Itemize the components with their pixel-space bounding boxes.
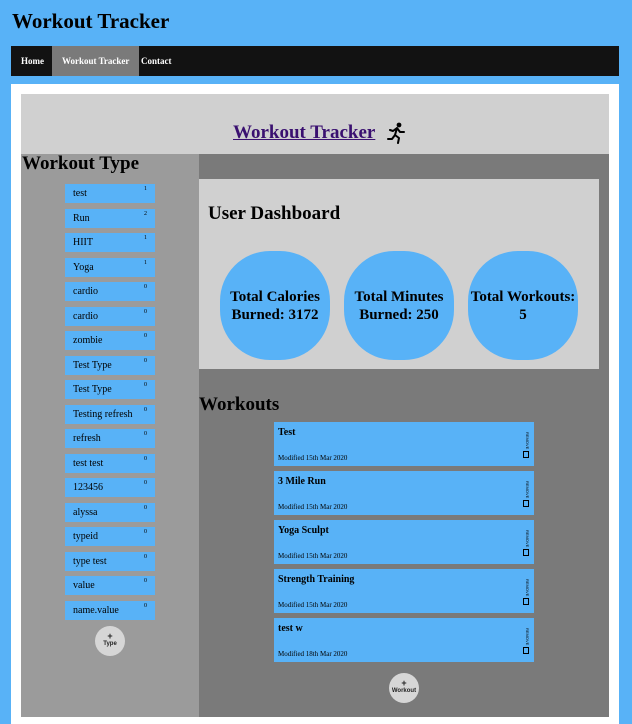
trash-icon[interactable] [523, 500, 529, 507]
type-name: Test Type [73, 384, 112, 395]
workout-card[interactable]: 3 Mile Run Modified 15th Mar 2020 REMOVE [274, 471, 534, 515]
remove-workout-button[interactable]: REMOVE [525, 628, 530, 645]
type-name: typeid [73, 531, 98, 542]
nav-workout-tracker[interactable]: Workout Tracker [52, 46, 140, 76]
sidebar-type-item[interactable]: Run 2 [65, 208, 155, 228]
type-count-badge: 0 [144, 455, 147, 462]
sidebar-type-item[interactable]: value 0 [65, 576, 155, 595]
sidebar-title: Workout Type [22, 153, 140, 174]
remove-workout-button[interactable]: REMOVE [525, 481, 530, 498]
sidebar-type-item[interactable]: alyssa 0 [65, 502, 155, 522]
sidebar-type-item[interactable]: cardio 0 [65, 306, 155, 326]
type-name: 123456 [73, 482, 103, 493]
remove-workout-button[interactable]: REMOVE [525, 579, 530, 596]
navbar: Home Workout Tracker Contact [11, 46, 619, 76]
workout-modified-date: Modified 15th Mar 2020 [278, 601, 348, 609]
add-type-button[interactable]: + Type [95, 626, 125, 656]
sidebar-type-item[interactable]: Test Type 0 [65, 380, 155, 399]
workout-card[interactable]: Strength Training Modified 15th Mar 2020 R… [274, 569, 534, 613]
type-count-badge: 0 [144, 431, 147, 437]
type-name: value [73, 580, 95, 591]
type-name: cardio [73, 286, 98, 297]
trash-icon[interactable] [523, 647, 529, 654]
stat-calories: Total Calories Burned: 3172 [220, 251, 330, 360]
workout-modified-date: Modified 18th Mar 2020 [278, 650, 348, 658]
sidebar-type-item[interactable]: test test 0 [65, 453, 155, 473]
type-name: name.value [73, 604, 119, 616]
type-count-badge: 0 [144, 553, 147, 560]
type-name: cardio [73, 310, 98, 322]
sidebar-type-item[interactable]: Testing refresh 0 [65, 404, 155, 424]
type-name: Test Type [73, 359, 112, 371]
type-name: test [73, 188, 87, 199]
type-name: type test [73, 555, 107, 567]
workout-name: Test [278, 427, 296, 438]
type-count-badge: 0 [144, 357, 147, 364]
sidebar-type-item[interactable]: 123456 0 [65, 478, 155, 497]
type-name: Testing refresh [73, 408, 133, 420]
type-count-badge: 0 [144, 284, 147, 290]
workout-name: test w [278, 623, 303, 634]
sidebar-type-item[interactable]: test 1 [65, 184, 155, 203]
sidebar-type-item[interactable]: cardio 0 [65, 282, 155, 301]
stat-workouts: Total Workouts: 5 [468, 251, 578, 360]
remove-workout-button[interactable]: REMOVE [525, 432, 530, 449]
page-title-link[interactable]: Workout Tracker [233, 122, 375, 144]
workout-card[interactable]: test w Modified 18th Mar 2020 REMOVE [274, 618, 534, 662]
workout-modified-date: Modified 15th Mar 2020 [278, 552, 348, 560]
type-count-badge: 0 [144, 578, 147, 584]
type-count-badge: 0 [144, 504, 147, 511]
sidebar-type-item[interactable]: zombie 0 [65, 331, 155, 350]
sidebar-type-item[interactable]: Yoga 1 [65, 257, 155, 277]
type-count-badge: 0 [144, 480, 147, 486]
site-title: Workout Tracker [12, 9, 170, 33]
workout-name: Yoga Sculpt [278, 525, 329, 536]
runner-icon [387, 122, 405, 144]
type-count-badge: 1 [144, 259, 147, 266]
type-name: HIIT [73, 237, 93, 248]
nav-home[interactable]: Home [11, 46, 54, 76]
sidebar-type-item[interactable]: name.value 0 [65, 600, 155, 620]
add-workout-label: Workout [391, 688, 417, 694]
workout-card[interactable]: Test Modified 15th Mar 2020 REMOVE [274, 422, 534, 466]
nav-contact[interactable]: Contact [131, 46, 182, 76]
plus-icon: + [401, 678, 407, 688]
sidebar-type-item[interactable]: refresh 0 [65, 429, 155, 448]
remove-workout-button[interactable]: REMOVE [525, 530, 530, 547]
type-count-badge: 0 [144, 602, 147, 609]
type-count-badge: 0 [144, 333, 147, 339]
type-count-badge: 1 [144, 186, 147, 192]
type-name: Yoga [73, 261, 94, 273]
sidebar-type-item[interactable]: type test 0 [65, 551, 155, 571]
workout-modified-date: Modified 15th Mar 2020 [278, 503, 348, 511]
type-name: alyssa [73, 506, 98, 518]
plus-icon: + [107, 631, 113, 641]
sidebar-type-item[interactable]: Test Type 0 [65, 355, 155, 375]
dashboard-title: User Dashboard [208, 203, 341, 224]
type-name: test test [73, 457, 104, 469]
type-name: refresh [73, 433, 101, 444]
workout-modified-date: Modified 15th Mar 2020 [278, 454, 348, 462]
type-count-badge: 2 [144, 210, 147, 217]
type-name: zombie [73, 335, 103, 346]
stat-minutes: Total Minutes Burned: 250 [344, 251, 454, 360]
workout-name: 3 Mile Run [278, 476, 326, 487]
type-count-badge: 1 [144, 235, 147, 241]
type-count-badge: 0 [144, 406, 147, 413]
sidebar-type-item[interactable]: typeid 0 [65, 527, 155, 546]
trash-icon[interactable] [523, 598, 529, 605]
trash-icon[interactable] [523, 549, 529, 556]
type-name: Run [73, 212, 90, 224]
workout-name: Strength Training [278, 574, 355, 585]
trash-icon[interactable] [523, 451, 529, 458]
type-count-badge: 0 [144, 529, 147, 535]
workout-card[interactable]: Yoga Sculpt Modified 15th Mar 2020 REMOVE [274, 520, 534, 564]
workouts-title: Workouts [199, 394, 280, 415]
add-workout-button[interactable]: + Workout [389, 673, 419, 703]
sidebar-type-item[interactable]: HIIT 1 [65, 233, 155, 252]
type-count-badge: 0 [144, 308, 147, 315]
add-type-label: Type [103, 641, 117, 647]
type-count-badge: 0 [144, 382, 147, 388]
